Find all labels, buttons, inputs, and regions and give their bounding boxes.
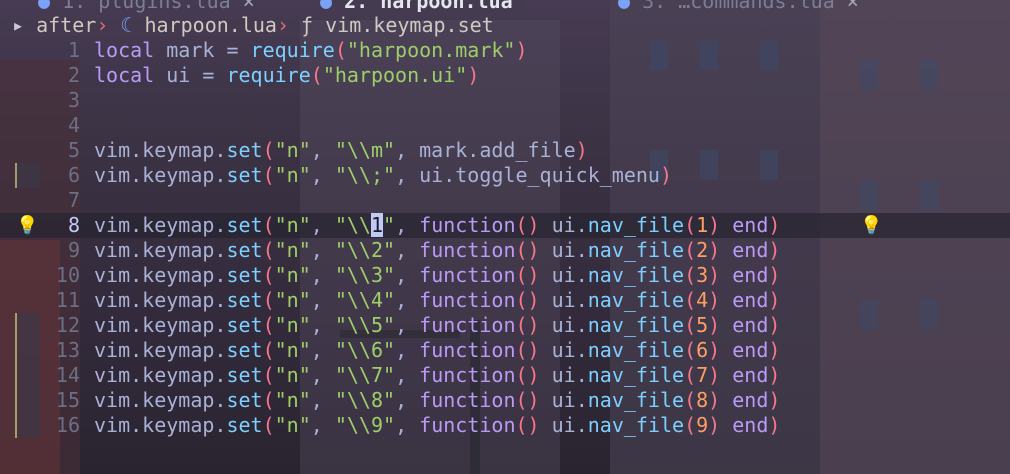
git-change-block [18, 313, 40, 338]
sign-column [0, 163, 40, 188]
code-text: vim.keymap.set("n", "\\3", function() ui… [94, 263, 781, 287]
code-line[interactable]: 14 vim.keymap.set("n", "\\7", function() … [0, 363, 1010, 388]
line-number: 14 [55, 363, 80, 387]
git-change-bar [15, 388, 17, 413]
code-text: vim.keymap.set("n", "\\4", function() ui… [94, 288, 781, 312]
sign-column [0, 188, 40, 213]
code-line[interactable]: 13 vim.keymap.set("n", "\\6", function() … [0, 338, 1010, 363]
git-change-bar [15, 413, 17, 438]
code-line[interactable]: 15 vim.keymap.set("n", "\\8", function() … [0, 388, 1010, 413]
sign-column [0, 88, 40, 113]
git-change-bar [15, 363, 17, 388]
code-text: local mark = require("harpoon.mark") [94, 38, 528, 62]
line-number: 12 [55, 313, 80, 337]
code-line[interactable]: 5 vim.keymap.set("n", "\\m", mark.add_fil… [0, 138, 1010, 163]
line-number: 11 [55, 288, 80, 312]
code-line[interactable]: 7 [0, 188, 1010, 213]
sign-column [0, 288, 40, 313]
sign-column [0, 63, 40, 88]
code-text: vim.keymap.set("n", "\\2", function() ui… [94, 238, 781, 262]
sign-column [0, 363, 40, 388]
tabline: ● 1. plugins.lua × ● 2. harpoon.lua ● 3.… [0, 0, 1010, 12]
git-change-block [18, 163, 40, 188]
code-line[interactable]: 2 local ui = require("harpoon.ui") [0, 63, 1010, 88]
lightbulb-icon[interactable]: 💡 [16, 213, 38, 238]
code-line[interactable]: 10 vim.keymap.set("n", "\\3", function() … [0, 263, 1010, 288]
code-line[interactable]: 3 [0, 88, 1010, 113]
git-change-bar [15, 338, 17, 363]
line-number: 9 [67, 238, 80, 262]
line-number: 5 [67, 138, 80, 162]
code-line[interactable]: 9 vim.keymap.set("n", "\\2", function() u… [0, 238, 1010, 263]
line-number: 4 [67, 113, 80, 137]
code-line[interactable]: 6 vim.keymap.set("n", "\\;", ui.toggle_qu… [0, 163, 1010, 188]
lua-file-icon: ☾ [120, 13, 133, 37]
sign-column [0, 238, 40, 263]
code-line[interactable]: 16 vim.keymap.set("n", "\\9", function() … [0, 413, 1010, 438]
chevron-right-icon: › [96, 13, 109, 37]
code-line[interactable]: 1 local mark = require("harpoon.mark") [0, 38, 1010, 63]
code-text: vim.keymap.set("n", "\\5", function() ui… [94, 313, 781, 337]
line-number: 13 [55, 338, 80, 362]
code-buffer[interactable]: 1 local mark = require("harpoon.mark") 2 lo… [0, 38, 1010, 438]
line-number: 6 [67, 163, 80, 187]
tab-commands[interactable]: ● 3. …commands.lua × [618, 0, 859, 12]
chevron-right-icon: › [276, 13, 289, 37]
sign-column [0, 113, 40, 138]
line-number: 3 [67, 88, 80, 112]
lightbulb-icon[interactable]: 💡 [860, 213, 882, 238]
line-number: 2 [67, 63, 80, 87]
line-number: 10 [55, 263, 80, 287]
sign-column [0, 338, 40, 363]
sign-column [0, 413, 40, 438]
code-text: vim.keymap.set("n", "\\m", mark.add_file… [94, 138, 588, 162]
code-line[interactable]: 12 vim.keymap.set("n", "\\5", function() … [0, 313, 1010, 338]
line-number: 15 [55, 388, 80, 412]
line-number: 8 [67, 213, 80, 237]
code-line[interactable]: 4 [0, 113, 1010, 138]
breadcrumb-folder[interactable]: after [36, 13, 96, 37]
winbar-breadcrumb: ▸ after› ☾ harpoon.lua› ƒ vim.keymap.set [0, 12, 1010, 38]
breadcrumb-symbol[interactable]: vim.keymap.set [325, 13, 494, 37]
sign-column [0, 38, 40, 63]
code-text: vim.keymap.set("n", "\\6", function() ui… [94, 338, 781, 362]
code-line[interactable]: 11 vim.keymap.set("n", "\\4", function() … [0, 288, 1010, 313]
sign-column: 💡 [0, 213, 40, 238]
code-text: local ui = require("harpoon.ui") [94, 63, 480, 87]
code-text: vim.keymap.set("n", "\\7", function() ui… [94, 363, 781, 387]
function-icon: ƒ [301, 13, 314, 37]
folder-icon: ▸ [12, 13, 25, 37]
code-text: vim.keymap.set("n", "\\9", function() ui… [94, 413, 781, 437]
line-number: 1 [67, 38, 80, 62]
code-line[interactable]: 💡 8 vim.keymap.set("n", "\\1", function() … [0, 213, 1010, 238]
editor-window: ● 1. plugins.lua × ● 2. harpoon.lua ● 3.… [0, 0, 1010, 474]
line-number: 16 [55, 413, 80, 437]
breadcrumb-file[interactable]: harpoon.lua [145, 13, 277, 37]
git-change-block [18, 388, 40, 413]
git-change-block [18, 338, 40, 363]
sign-column [0, 263, 40, 288]
git-change-block [18, 363, 40, 388]
sign-column [0, 313, 40, 338]
tab-harpoon[interactable]: ● 2. harpoon.lua [320, 0, 525, 12]
tab-plugins[interactable]: ● 1. plugins.lua × [38, 0, 255, 12]
cursor: 1 [370, 213, 384, 237]
code-text: vim.keymap.set("n", "\\;", ui.toggle_qui… [94, 163, 673, 187]
line-number: 7 [67, 188, 80, 212]
git-change-block [18, 413, 40, 438]
sign-column [0, 388, 40, 413]
git-change-bar [15, 313, 17, 338]
git-change-bar [15, 163, 17, 188]
code-text: vim.keymap.set("n", "\\8", function() ui… [94, 388, 781, 412]
code-text: vim.keymap.set("n", "\\1", function() ui… [94, 213, 781, 237]
sign-column [0, 138, 40, 163]
